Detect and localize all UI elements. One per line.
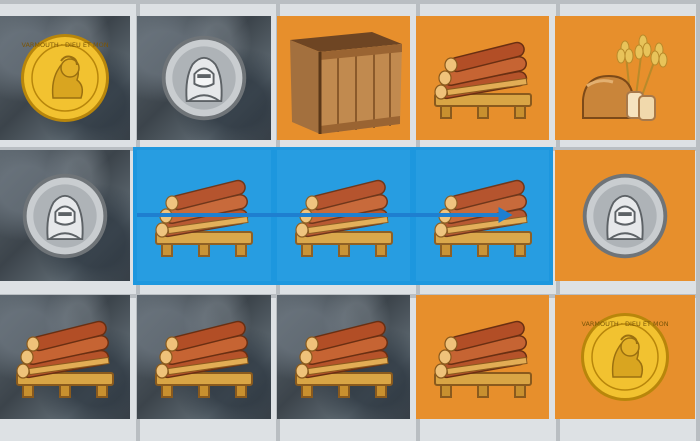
svg-text:VARMOUTH · DIEU ET MON: VARMOUTH · DIEU ET MON xyxy=(581,320,668,328)
tile-bread-wheat[interactable] xyxy=(555,16,695,140)
tile-log-pile[interactable] xyxy=(416,295,549,419)
tile-gold-coin[interactable]: VARMOUTH · DIEU ET MON xyxy=(555,295,695,419)
tile-log-pile[interactable] xyxy=(277,295,410,419)
tile-log-pile[interactable] xyxy=(277,150,410,281)
tile-log-pile[interactable] xyxy=(137,150,271,281)
svg-text:VARMOUTH · DIEU ET MON: VARMOUTH · DIEU ET MON xyxy=(21,41,108,49)
tile-log-pile[interactable] xyxy=(416,150,549,281)
tile-log-pile[interactable] xyxy=(0,295,130,419)
tile-wooden-crate[interactable] xyxy=(277,16,410,140)
tile-log-pile[interactable] xyxy=(416,16,549,140)
tile-silver-coin[interactable] xyxy=(555,150,695,281)
tile-log-pile[interactable] xyxy=(137,295,271,419)
tile-gold-coin[interactable]: VARMOUTH · DIEU ET MON xyxy=(0,16,130,140)
tile-silver-coin[interactable] xyxy=(0,150,130,281)
tile-silver-coin[interactable] xyxy=(137,16,271,140)
